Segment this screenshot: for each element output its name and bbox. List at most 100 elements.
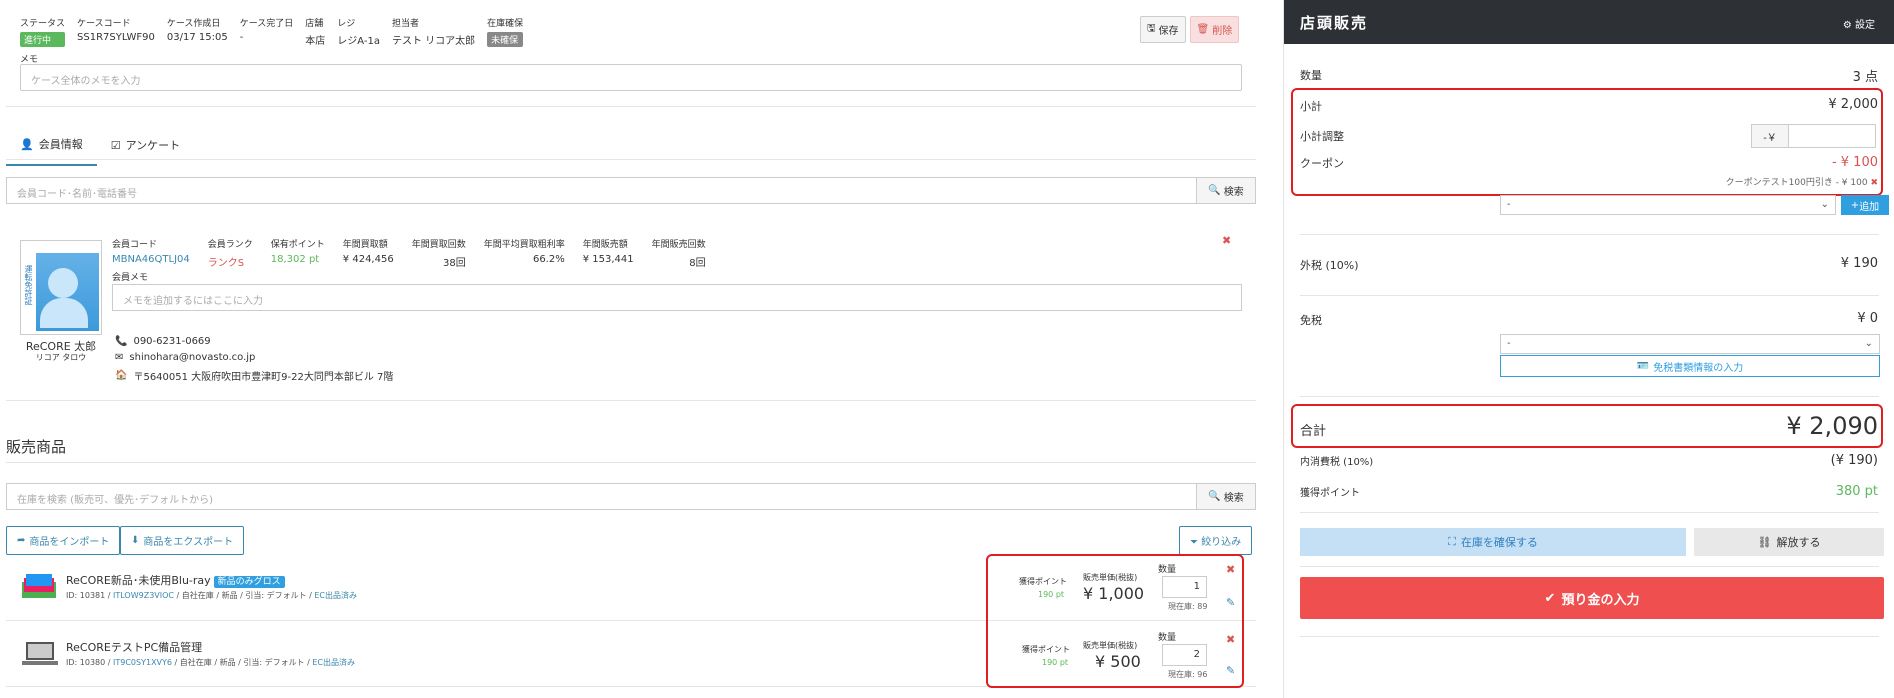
home-icon: 🏠 — [115, 370, 128, 381]
settings-button[interactable]: ⚙ 設定 — [1843, 16, 1875, 31]
card-side-text: 運転免許証 — [24, 265, 33, 305]
adjust-input-group: -￥ — [1751, 124, 1876, 148]
case-status-row: ステータス 進行中 ケースコード SS1R7SYLWF90 ケース作成日 03/… — [20, 16, 524, 47]
pencil-icon[interactable]: ✎ — [1226, 664, 1235, 677]
coupon-select[interactable]: - ⌄ — [1500, 195, 1836, 215]
product-meta: ID: 10380 / IT9C0SY1XVY6 / 自社在庫 / 新品 / 引… — [66, 657, 355, 668]
stat-value: ¥ 153,441 — [582, 254, 634, 265]
coupon-label: クーポン — [1300, 157, 1344, 170]
stat-label: 年間販売回数 — [651, 240, 706, 250]
sales-section-title: 販売商品 — [6, 438, 67, 456]
price-value: ¥ 500 — [1095, 652, 1141, 671]
product-name: ReCOREテストPC備品管理 — [66, 641, 203, 654]
remove-member-icon[interactable]: ✖ — [1222, 234, 1231, 247]
pencil-icon[interactable]: ✎ — [1226, 596, 1235, 609]
quantity-input[interactable]: 2 — [1162, 644, 1207, 666]
import-button[interactable]: ➦ 商品をインポート — [6, 526, 121, 555]
ec-status-link[interactable]: EC出品済み — [314, 591, 357, 600]
stat-value: 8回 — [689, 258, 706, 269]
tax-free-select[interactable]: - ⌄ — [1500, 334, 1880, 354]
reserve-stock-button[interactable]: ⛶ 在庫を確保する — [1300, 528, 1686, 556]
case-actions: 🖫 保存 🗑 削除 — [1140, 16, 1240, 43]
avatar-head — [48, 268, 78, 298]
tab-bar: 👤 会員情報 ☑ アンケート — [6, 132, 194, 166]
deposit-label: 預り金の入力 — [1561, 592, 1640, 608]
user-icon: 👤 — [20, 137, 34, 151]
tab-survey-label: アンケート — [125, 139, 181, 152]
product-code-link[interactable]: ITLOW9Z3VIOC — [113, 591, 174, 600]
remove-coupon-icon[interactable]: ✖ — [1870, 178, 1878, 188]
tax-in-label: 内消費税 (10%) — [1300, 457, 1374, 468]
price-value: ¥ 1,000 — [1083, 584, 1145, 603]
delete-label: 削除 — [1212, 26, 1233, 37]
remove-item-icon[interactable]: ✖ — [1226, 563, 1235, 576]
store-field: 店舗 本店 — [305, 16, 325, 47]
staff-value: テスト リコア太郎 — [391, 36, 476, 47]
point-value: 190 pt — [1038, 590, 1065, 599]
member-email: ✉ shinohara@novasto.co.jp — [115, 352, 255, 363]
divider — [1300, 234, 1879, 235]
divider — [6, 400, 1256, 401]
address-value: 〒5640051 大阪府吹田市豊津町9-22大同門本部ビル 7階 — [133, 372, 394, 383]
coupon-select-value: - — [1507, 199, 1511, 210]
stat-annual-buy-count: 年間買取回数 38回 — [412, 237, 466, 269]
quantity-input[interactable]: 1 — [1162, 576, 1207, 598]
stock-search-label: 検索 — [1223, 493, 1244, 504]
tax-free-value: ¥ 0 — [1857, 311, 1878, 326]
product-name-row: ReCORE新品･未使用Blu-ray 新品のみグロス — [66, 572, 285, 588]
store-label: 店舗 — [305, 19, 324, 29]
stock-search-button[interactable]: 🔍 検索 — [1196, 483, 1256, 510]
product-id: ID: 10381 / — [66, 591, 111, 600]
tax-free-select-value: - — [1507, 338, 1511, 349]
subtotal-value: ¥ 2,000 — [1828, 97, 1878, 112]
save-label: 保存 — [1158, 26, 1179, 37]
stock-search-input[interactable]: 在庫を検索 (販売可、優先･デフォルトから) — [6, 483, 1196, 510]
total-label: 合計 — [1300, 424, 1327, 439]
stat-annual-buy: 年間買取額 ¥ 424,456 — [343, 237, 394, 269]
member-code-link[interactable]: MBNA46QTLJ04 — [112, 254, 190, 265]
member-search-input[interactable]: 会員コード･名前･電話番号 — [6, 177, 1196, 204]
coupon-value: - ¥ 100 — [1831, 155, 1878, 170]
tax-in-value: (¥ 190) — [1830, 453, 1878, 468]
member-phone: 📞 090-6231-0669 — [115, 336, 211, 347]
stat-value: 18,302 pt — [270, 254, 320, 265]
reserve-badge: 未確保 — [487, 32, 524, 47]
ec-status-link[interactable]: EC出品済み — [312, 658, 355, 667]
subtotal-label: 小計 — [1300, 100, 1322, 113]
member-kana: リコア タロウ — [35, 353, 87, 362]
status-label: ステータス — [20, 19, 66, 29]
download-icon: ⬇ — [131, 535, 140, 546]
cubes-icon: ⛶ — [1448, 535, 1456, 548]
divider — [1300, 295, 1879, 296]
filter-button[interactable]: ⏷ 絞り込み — [1179, 526, 1253, 555]
tab-survey[interactable]: ☑ アンケート — [97, 132, 194, 166]
adjust-input[interactable] — [1789, 124, 1876, 148]
adjust-label: 小計調整 — [1300, 130, 1344, 143]
stat-value: ¥ 424,456 — [342, 254, 394, 265]
delete-button[interactable]: 🗑 削除 — [1189, 16, 1240, 43]
tax-doc-button[interactable]: 🪪 免税書類情報の入力 — [1500, 355, 1880, 377]
case-memo-input[interactable]: ケース全体のメモを入力 — [20, 64, 1242, 91]
deposit-button[interactable]: ✔ 預り金の入力 — [1300, 577, 1884, 619]
release-button[interactable]: ⛓ 解放する — [1694, 528, 1884, 556]
member-search-button[interactable]: 🔍 検索 — [1196, 177, 1256, 204]
adjust-prefix: -￥ — [1751, 124, 1789, 148]
completed-field: ケース完了日 - — [240, 16, 294, 47]
product-code-link[interactable]: IT9C0SY1XVY6 — [113, 658, 172, 667]
price-label: 販売単価(税抜) — [1083, 641, 1138, 650]
stat-margin: 年間平均買取粗利率 66.2% — [484, 237, 565, 269]
export-button[interactable]: ⬇ 商品をエクスポート — [120, 526, 245, 555]
created-value: 03/17 15:05 — [166, 32, 228, 43]
stat-label: 会員コード — [112, 240, 158, 250]
tax-doc-label: 免税書類情報の入力 — [1653, 362, 1744, 374]
tab-member-info[interactable]: 👤 会員情報 — [6, 132, 97, 166]
stock-search: 在庫を検索 (販売可、優先･デフォルトから) 🔍 検索 — [6, 483, 1256, 510]
chevron-down-icon: ⌄ — [1864, 338, 1873, 349]
save-button[interactable]: 🖫 保存 — [1140, 16, 1186, 43]
add-coupon-button[interactable]: + 追加 — [1841, 195, 1889, 215]
member-memo-input[interactable]: メモを追加するにはここに入力 — [112, 284, 1242, 311]
stat-annual-sales-count: 年間販売回数 8回 — [652, 237, 706, 269]
remove-item-icon[interactable]: ✖ — [1226, 633, 1235, 646]
product-meta-text: / 自社在庫 / 新品 / 引当: デフォルト / — [176, 591, 312, 600]
created-field: ケース作成日 03/17 15:05 — [167, 16, 228, 47]
